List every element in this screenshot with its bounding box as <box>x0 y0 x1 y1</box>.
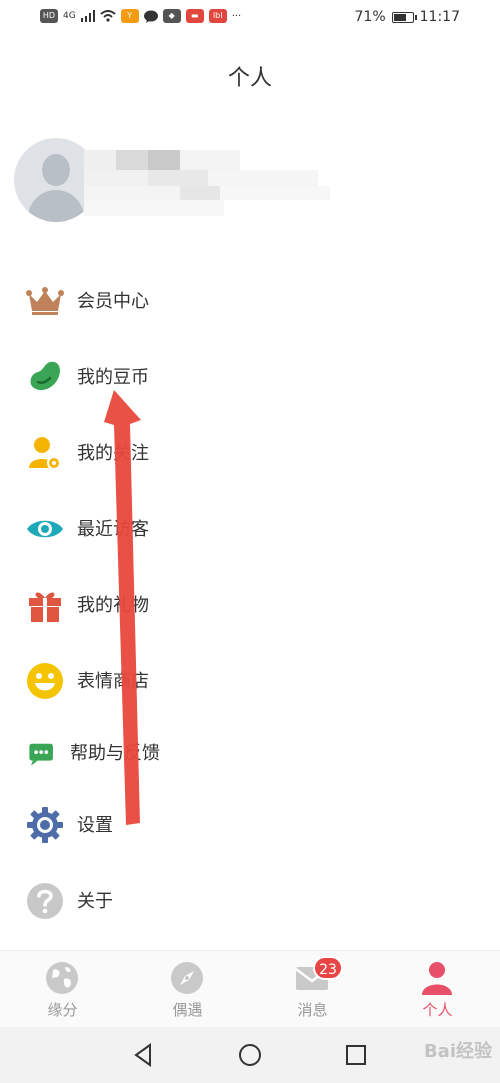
status-bar: HD 4G Y ◆ ▬ lbl ··· 71% 11:17 <box>0 0 500 36</box>
battery-percent: 71% <box>354 9 386 25</box>
menu-item-label: 帮助与反馈 <box>70 743 160 764</box>
watermark: Bai经验 <box>423 1041 492 1062</box>
menu-item-about[interactable]: 关于 <box>0 870 500 930</box>
tab-label: 个人 <box>422 1001 453 1019</box>
gift-icon <box>29 592 61 622</box>
menu-item-following[interactable]: 我的关注 <box>0 422 500 482</box>
profile-header[interactable] <box>14 138 344 222</box>
menu-item-label: 关于 <box>77 891 113 912</box>
menu-item-label: 表情商店 <box>77 671 149 692</box>
menu-item-label: 会员中心 <box>77 291 149 312</box>
menu-item-recent-visitors[interactable]: 最近访客 <box>0 498 500 558</box>
network-type: 4G <box>63 11 76 21</box>
bean-icon <box>30 361 60 391</box>
menu-item-label: 我的关注 <box>77 443 149 464</box>
user-follow-icon <box>29 437 61 470</box>
tab-messages[interactable]: 23 消息 <box>250 951 375 1028</box>
page-title: 个人 <box>227 66 272 91</box>
unread-badge: 23 <box>313 956 343 980</box>
menu-item-my-coins[interactable]: 我的豆币 <box>0 346 500 406</box>
app-notification-icon: Y <box>120 9 139 23</box>
globe-icon <box>46 962 78 994</box>
menu-item-my-gifts[interactable]: 我的礼物 <box>0 574 500 634</box>
home-icon[interactable] <box>236 1041 264 1069</box>
menu-item-label: 最近访客 <box>77 519 149 540</box>
menu-item-help-feedback[interactable]: 帮助与反馈 <box>0 722 500 782</box>
hd-indicator: HD <box>40 9 58 23</box>
app-notification-icon: ▬ <box>185 9 204 23</box>
more-notifications: ··· <box>231 10 242 22</box>
tab-profile[interactable]: 个人 <box>375 951 500 1028</box>
message-icon <box>143 10 158 23</box>
system-nav-bar: Bai经验 <box>0 1027 500 1083</box>
menu-item-settings[interactable]: 设置 <box>0 794 500 854</box>
tab-label: 消息 <box>297 1001 328 1019</box>
app-notification-icon: lbl <box>208 9 227 23</box>
eye-icon <box>27 520 63 538</box>
menu-item-label: 我的豆币 <box>77 367 149 388</box>
menu-item-label: 设置 <box>77 815 113 836</box>
menu-item-label: 我的礼物 <box>77 595 149 616</box>
clock: 11:17 <box>419 9 460 25</box>
question-icon <box>27 883 63 919</box>
status-icons: HD 4G Y ◆ ▬ lbl ··· <box>40 9 241 23</box>
signal-icon <box>80 10 95 22</box>
back-icon[interactable] <box>130 1041 158 1069</box>
tab-label: 偶遇 <box>172 1001 203 1019</box>
bottom-tab-bar: 缘分 偶遇 23 消息 个人 <box>0 950 500 1028</box>
person-icon <box>422 962 452 995</box>
menu-item-vip-center[interactable]: 会员中心 <box>0 270 500 330</box>
recents-icon[interactable] <box>342 1041 370 1069</box>
gear-icon <box>27 807 63 843</box>
app-notification-icon: ◆ <box>162 9 181 23</box>
tab-encounter[interactable]: 偶遇 <box>125 951 250 1028</box>
compass-icon <box>171 962 203 994</box>
wifi-icon <box>100 10 116 22</box>
tab-fate[interactable]: 缘分 <box>0 951 125 1028</box>
crown-icon <box>26 287 64 315</box>
tab-label: 缘分 <box>47 1001 78 1019</box>
status-right: 71% 11:17 <box>355 9 460 25</box>
battery-icon <box>391 11 417 23</box>
smiley-icon <box>27 663 63 699</box>
menu-item-sticker-store[interactable]: 表情商店 <box>0 650 500 710</box>
chat-bubble-icon <box>29 743 53 766</box>
